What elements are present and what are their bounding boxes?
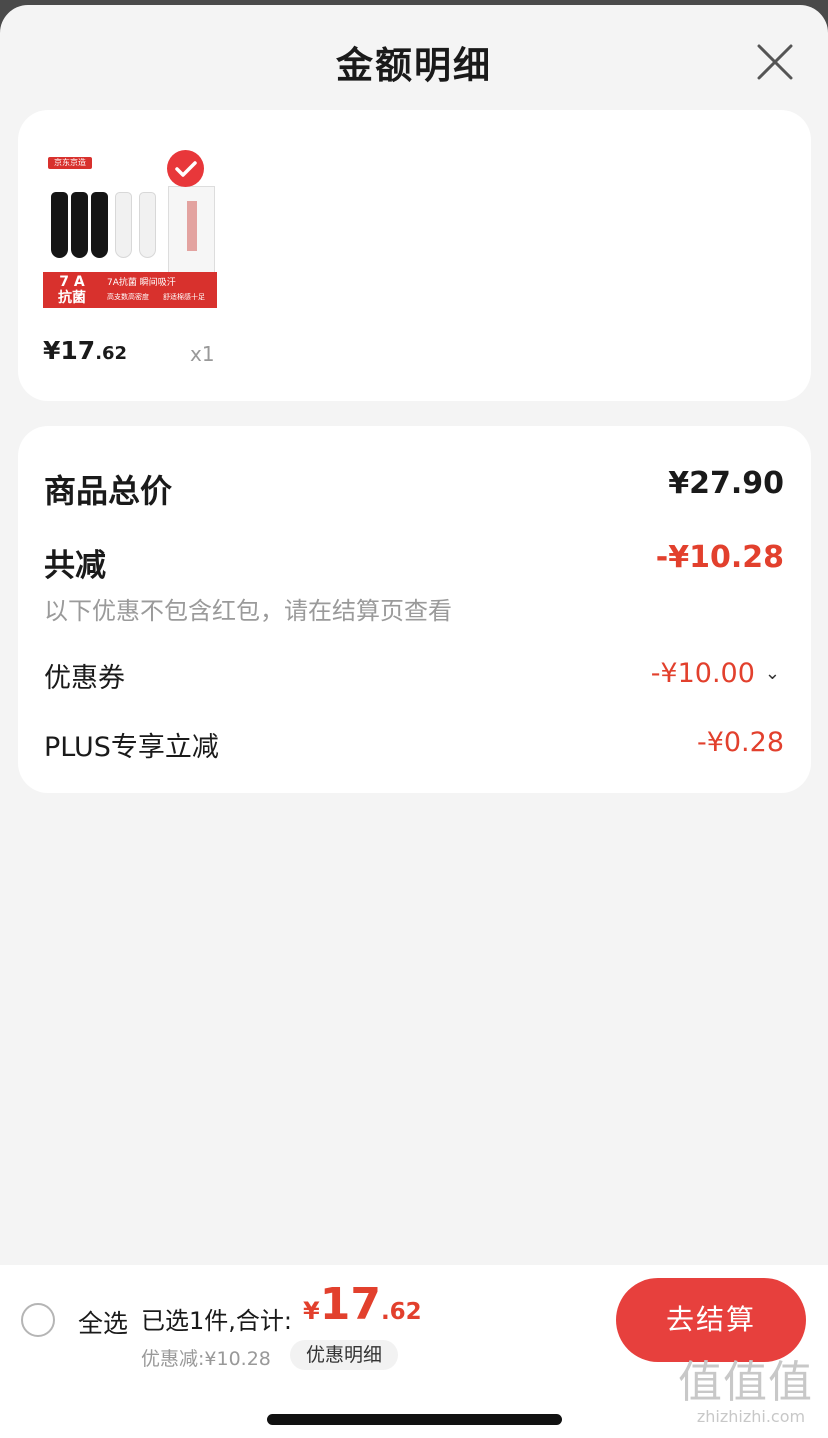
white-sock-image [139, 192, 156, 258]
item-price-dec: .62 [95, 343, 128, 364]
black-sock-image [91, 192, 108, 258]
reduction-note: 以下优惠不包含红包，请在结算页查看 [44, 597, 452, 625]
plus-discount-value: -¥0.28 [696, 727, 784, 758]
discount-detail-button[interactable]: 优惠明细 [290, 1340, 398, 1370]
total-price-value: ¥27.90 [668, 466, 784, 501]
items-card: 京东京造 7 A 抗菌 7A抗菌 瞬间吸汗 高支数高密度 舒适棉感十足 ¥17.… [18, 110, 811, 401]
amount-detail-sheet: 金额明细 京东京造 7 A 抗菌 7A抗菌 瞬间吸汗 高支数高密度 舒适棉感十足… [0, 5, 828, 1438]
select-all-checkbox[interactable] [21, 1303, 55, 1337]
black-sock-image [71, 192, 88, 258]
reduction-label: 共减 [44, 548, 106, 584]
total-currency: ¥ [303, 1297, 320, 1325]
discount-summary: 优惠减:¥10.28 [141, 1348, 271, 1370]
item-price-int: ¥17 [43, 336, 96, 365]
home-indicator[interactable] [267, 1414, 562, 1425]
coupon-value: -¥10.00 [650, 658, 755, 689]
product-thumbnail[interactable]: 京东京造 7 A 抗菌 7A抗菌 瞬间吸汗 高支数高密度 舒适棉感十足 [43, 150, 217, 324]
item-price: ¥17.62 [43, 336, 127, 365]
chevron-down-icon[interactable]: ⌄ [765, 663, 780, 684]
page-title: 金额明细 [336, 44, 492, 87]
coupon-row-toggle[interactable]: -¥10.00 ⌄ [651, 658, 780, 689]
select-all-label[interactable]: 全选 [78, 1304, 128, 1340]
total-int: 17 [319, 1279, 381, 1330]
selected-count-text: 已选1件,合计: [141, 1307, 292, 1335]
check-icon[interactable] [167, 150, 204, 187]
banner-big-text: 7 A 抗菌 [58, 274, 86, 306]
brand-tag: 京东京造 [48, 157, 92, 169]
checkout-button[interactable]: 去结算 [616, 1278, 806, 1362]
site-watermark: 值值值 zhizhizhi.com [678, 1357, 824, 1426]
black-sock-image [51, 192, 68, 258]
watermark-logo: 值值值 [678, 1357, 813, 1408]
banner-line1: 7A抗菌 瞬间吸汗 [107, 278, 176, 288]
product-banner: 7 A 抗菌 7A抗菌 瞬间吸汗 高支数高密度 舒适棉感十足 [43, 272, 217, 308]
summary-card: 商品总价 ¥27.90 共减 -¥10.28 以下优惠不包含红包，请在结算页查看… [18, 426, 811, 793]
banner-line2: 高支数高密度 [107, 293, 149, 301]
close-icon[interactable] [756, 43, 794, 81]
banner-line3: 舒适棉感十足 [163, 293, 205, 301]
watermark-url: zhizhizhi.com [696, 1407, 806, 1426]
total-amount: ¥17.62 [303, 1279, 422, 1330]
reduction-value: -¥10.28 [655, 540, 784, 575]
white-sock-image [115, 192, 132, 258]
item-quantity: x1 [190, 342, 215, 366]
total-price-label: 商品总价 [44, 472, 173, 510]
total-dec: .62 [380, 1299, 422, 1325]
plus-discount-label: PLUS专享立减 [44, 732, 219, 763]
coupon-label: 优惠券 [44, 663, 125, 694]
